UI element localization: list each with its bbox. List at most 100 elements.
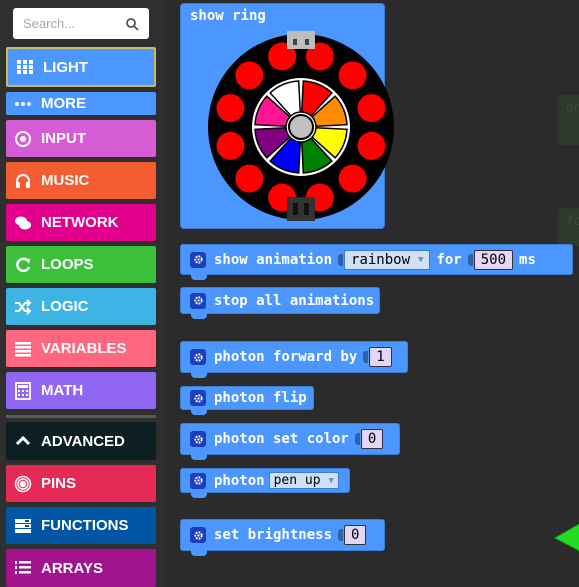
block-label: show ring: [190, 8, 266, 24]
photon-flip-block[interactable]: photon flip: [180, 386, 314, 415]
dropdown-caret-icon: ▼: [328, 475, 334, 486]
input-target-icon: [14, 130, 32, 148]
gear-icon: [190, 472, 206, 489]
category-label: FUNCTIONS: [41, 517, 129, 534]
category-label: PINS: [41, 475, 77, 492]
category-label: ARRAYS: [41, 559, 103, 577]
connector-pin: [305, 39, 309, 45]
ring-led[interactable]: [338, 61, 367, 90]
block-label: photon flip: [214, 390, 307, 406]
category-label: LOOPS: [41, 256, 94, 273]
category-label: MORE: [41, 95, 86, 112]
block-label: photon forward by: [214, 349, 358, 365]
toolbox-sidebar: Search... LIGHT MORE INPUT MUSIC NETWORK…: [0, 0, 165, 587]
gear-icon: [190, 431, 206, 447]
show-animation-block[interactable]: show animation rainbow ▼ for 500 ms: [180, 244, 573, 280]
functions-icon: [14, 517, 32, 535]
refresh-icon: [14, 256, 32, 274]
pins-target-icon: [14, 475, 32, 493]
category-functions[interactable]: FUNCTIONS: [6, 507, 156, 544]
category-network[interactable]: NETWORK: [6, 204, 156, 241]
color-wheel-center[interactable]: [288, 114, 314, 140]
block-workspace[interactable]: on fo show ring show animation rainbow ▼ …: [165, 0, 579, 587]
category-logic[interactable]: LOGIC: [6, 288, 156, 325]
ring-led-editor[interactable]: [203, 29, 399, 225]
grid-icon: [16, 58, 34, 76]
category-math[interactable]: MATH: [6, 372, 156, 409]
show-ring-block[interactable]: show ring: [180, 3, 394, 229]
dropdown-caret-icon: ▼: [418, 254, 424, 265]
ring-led[interactable]: [338, 164, 367, 193]
pen-dropdown[interactable]: pen up ▼: [268, 472, 339, 489]
block-label: ms: [519, 251, 536, 268]
category-label: LIGHT: [43, 58, 88, 76]
shuffle-icon: [14, 298, 32, 316]
ring-led[interactable]: [357, 131, 386, 160]
set-brightness-block[interactable]: set brightness 0: [180, 519, 385, 556]
bottom-connector: [287, 197, 315, 221]
duration-input[interactable]: 500: [473, 249, 514, 270]
divider: [6, 415, 156, 418]
search-input[interactable]: Search...: [13, 8, 149, 39]
forward-steps-input[interactable]: 1: [369, 347, 392, 367]
ring-led[interactable]: [216, 94, 245, 123]
category-light[interactable]: LIGHT: [6, 47, 156, 87]
connector-pin: [293, 39, 297, 45]
color-input[interactable]: 0: [360, 429, 384, 449]
category-loops[interactable]: LOOPS: [6, 246, 156, 283]
connector-pin: [293, 203, 298, 215]
numbered-list-icon: [14, 559, 32, 577]
gear-icon: [190, 349, 206, 365]
category-variables[interactable]: VARIABLES: [6, 330, 156, 367]
gear-icon: [190, 251, 206, 268]
category-label: VARIABLES: [41, 340, 127, 357]
photon-forward-block[interactable]: photon forward by 1: [180, 341, 408, 378]
gear-icon: [190, 390, 206, 406]
background-block-label: fo: [566, 214, 579, 229]
animation-dropdown[interactable]: rainbow ▼: [344, 249, 431, 270]
background-block: fo: [558, 208, 579, 246]
block-label: stop all animations: [214, 292, 375, 309]
block-label: set brightness: [214, 527, 333, 543]
category-music[interactable]: MUSIC: [6, 162, 156, 199]
category-pins[interactable]: PINS: [6, 465, 156, 502]
list-lines-icon: [14, 340, 32, 358]
category-more[interactable]: MORE: [6, 92, 156, 115]
category-input[interactable]: INPUT: [6, 120, 156, 157]
calculator-icon: [14, 381, 32, 400]
brightness-input[interactable]: 0: [344, 525, 367, 545]
category-advanced[interactable]: ADVANCED: [6, 422, 156, 460]
more-dots-icon: [14, 95, 32, 113]
category-label: LOGIC: [41, 298, 89, 315]
dropdown-value: pen up: [273, 473, 321, 488]
block-label: show animation: [214, 251, 333, 268]
photon-set-color-block[interactable]: photon set color 0: [180, 423, 400, 460]
gear-icon: [190, 527, 206, 543]
block-label: for: [436, 251, 462, 268]
green-arrow-annotation: [553, 523, 579, 552]
ring-led[interactable]: [357, 94, 386, 123]
category-arrays[interactable]: ARRAYS: [6, 549, 156, 587]
category-label: INPUT: [41, 130, 86, 147]
connector-pin: [304, 203, 309, 215]
top-connector: [287, 31, 315, 49]
headphones-icon: [14, 172, 32, 190]
category-label: ADVANCED: [41, 432, 125, 450]
search-icon: [126, 17, 139, 31]
gear-icon: [190, 292, 206, 309]
category-label: MUSIC: [41, 172, 90, 189]
background-block-label: on: [566, 101, 579, 116]
ring-led[interactable]: [235, 61, 264, 90]
category-label: NETWORK: [41, 214, 119, 231]
category-label: MATH: [41, 382, 84, 399]
chat-bubbles-icon: [14, 214, 32, 232]
chevron-up-icon: [14, 432, 32, 450]
ring-led[interactable]: [235, 164, 264, 193]
stop-animations-block[interactable]: stop all animations: [180, 287, 380, 319]
dropdown-value: rainbow: [351, 251, 411, 268]
ring-led[interactable]: [216, 131, 245, 160]
block-label: photon: [214, 472, 265, 489]
block-label: photon set color: [214, 431, 349, 447]
photon-pen-block[interactable]: photon pen up ▼: [180, 468, 350, 498]
background-block: on: [558, 95, 579, 145]
